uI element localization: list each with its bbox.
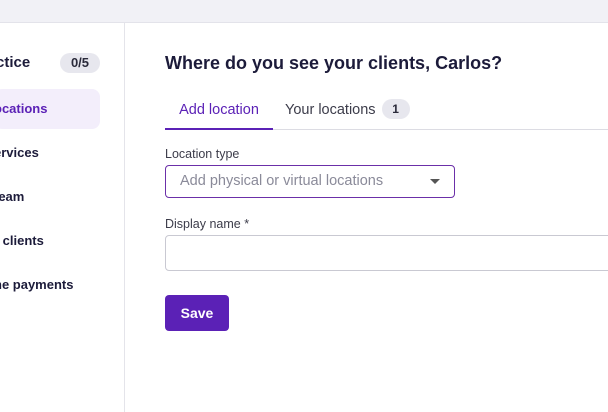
- tab-your-locations[interactable]: Your locations 1: [285, 99, 410, 129]
- save-button[interactable]: Save: [165, 295, 229, 331]
- location-type-label: Location type: [165, 147, 240, 161]
- tab-your-locations-label: Your locations: [285, 102, 376, 118]
- display-name-input[interactable]: [165, 235, 608, 271]
- main-content: Where do you see your clients, Carlos? A…: [125, 23, 608, 412]
- tab-add-location-label: Add location: [179, 102, 259, 118]
- page-title: Where do you see your clients, Carlos?: [165, 53, 503, 73]
- sidebar-header: ctice 0/5: [0, 52, 124, 74]
- sidebar-title: ctice: [0, 54, 31, 71]
- sidebar-item-team[interactable]: team: [0, 177, 100, 217]
- progress-badge: 0/5: [60, 53, 100, 73]
- sidebar: ctice 0/5 ocations ervices team r client…: [0, 23, 125, 412]
- top-bar: [0, 0, 608, 23]
- tab-add-location[interactable]: Add location: [165, 99, 273, 130]
- tab-bar: Add location Your locations 1: [165, 99, 608, 130]
- locations-count-badge: 1: [381, 99, 410, 120]
- display-name-label: Display name *: [165, 217, 250, 231]
- sidebar-item-payments[interactable]: ne payments: [0, 265, 100, 305]
- location-type-placeholder: Add physical or virtual locations: [180, 173, 384, 189]
- location-type-select[interactable]: Add physical or virtual locations: [165, 165, 455, 198]
- chevron-down-icon: [430, 179, 440, 184]
- sidebar-item-services[interactable]: ervices: [0, 133, 100, 173]
- sidebar-item-locations[interactable]: ocations: [0, 89, 100, 129]
- sidebar-item-clients[interactable]: r clients: [0, 221, 100, 261]
